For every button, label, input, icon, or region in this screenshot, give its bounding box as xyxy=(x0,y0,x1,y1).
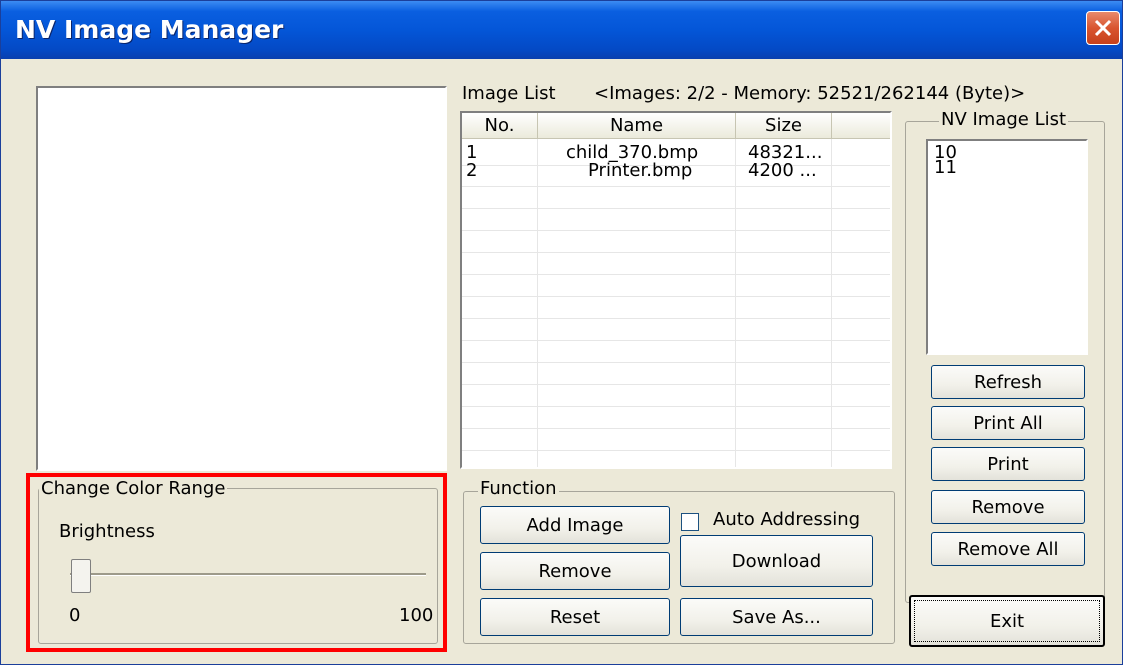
refresh-button[interactable]: Refresh xyxy=(931,365,1085,399)
grid-line xyxy=(462,406,890,407)
image-preview xyxy=(36,86,447,471)
focus-rect xyxy=(914,600,1100,642)
image-list-info: <Images: 2/2 - Memory: 52521/262144 (Byt… xyxy=(594,83,1026,104)
grid-line xyxy=(462,384,890,385)
nv-remove-button[interactable]: Remove xyxy=(931,490,1085,524)
nv-image-manager-window: NV Image Manager Image List <Images: 2/2… xyxy=(0,0,1123,665)
column-header-no[interactable]: No. xyxy=(462,113,538,139)
function-label: Function xyxy=(478,478,559,499)
grid-line xyxy=(462,340,890,341)
print-button[interactable]: Print xyxy=(931,447,1085,481)
grid-line xyxy=(735,139,736,467)
nv-image-listbox[interactable]: 10 11 xyxy=(926,139,1088,355)
column-header-empty xyxy=(832,113,890,139)
image-list-label: Image List xyxy=(462,83,556,104)
column-header-name[interactable]: Name xyxy=(538,113,736,139)
grid-line xyxy=(462,208,890,209)
remove-all-button[interactable]: Remove All xyxy=(931,532,1085,566)
save-as-button[interactable]: Save As... xyxy=(680,598,873,636)
window-title: NV Image Manager xyxy=(15,15,284,44)
grid-line xyxy=(537,139,538,467)
add-image-button[interactable]: Add Image xyxy=(480,506,670,544)
close-button[interactable] xyxy=(1086,11,1120,45)
nv-image-list-label: NV Image List xyxy=(939,109,1069,130)
function-remove-button[interactable]: Remove xyxy=(480,552,670,590)
download-button[interactable]: Download xyxy=(680,535,873,587)
table-row-2-no[interactable]: 2 xyxy=(466,161,477,181)
auto-addressing-label[interactable]: Auto Addressing xyxy=(713,509,860,530)
table-row-2-name[interactable]: Printer.bmp xyxy=(588,161,692,181)
auto-addressing-checkbox[interactable] xyxy=(681,513,699,531)
grid-line xyxy=(462,186,890,187)
grid-line xyxy=(462,230,890,231)
nv-list-item-2[interactable]: 11 xyxy=(934,158,957,178)
grid-line xyxy=(462,296,890,297)
table-row-2-size[interactable]: 4200 ... xyxy=(748,161,817,181)
image-list-view[interactable]: No. Name Size 1 child_370.bmp 48321... 2… xyxy=(460,111,892,469)
grid-line xyxy=(462,362,890,363)
grid-line xyxy=(462,428,890,429)
highlight-box xyxy=(26,473,447,652)
title-bar[interactable]: NV Image Manager xyxy=(1,1,1122,59)
column-header-size[interactable]: Size xyxy=(736,113,832,139)
close-icon xyxy=(1094,19,1112,37)
grid-line xyxy=(462,450,890,451)
grid-line xyxy=(462,252,890,253)
reset-button[interactable]: Reset xyxy=(480,598,670,636)
exit-button[interactable]: Exit xyxy=(909,595,1105,647)
grid-line xyxy=(831,139,832,467)
grid-line xyxy=(462,318,890,319)
print-all-button[interactable]: Print All xyxy=(931,406,1085,440)
grid-line xyxy=(462,274,890,275)
